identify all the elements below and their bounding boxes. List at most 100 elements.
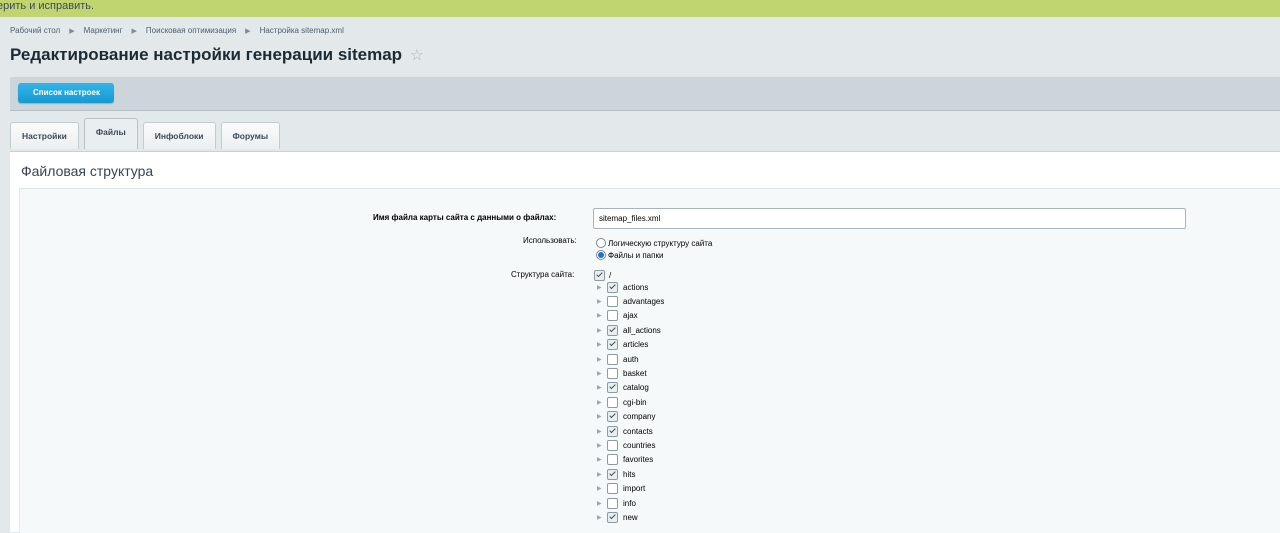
expand-arrow-icon[interactable]: ▶	[597, 442, 607, 449]
tree-checkbox[interactable]	[607, 483, 618, 495]
tree-checkbox[interactable]	[607, 396, 618, 408]
chevron-right-icon: ▶	[245, 27, 251, 35]
tree-item-label: catalog	[623, 383, 649, 393]
filename-input[interactable]	[593, 208, 1186, 229]
star-icon[interactable]: ☆	[410, 46, 423, 64]
expand-arrow-icon[interactable]: ▶	[597, 298, 607, 305]
breadcrumb-item-desktop[interactable]: Рабочий стол	[10, 26, 60, 35]
tree-item-label: hits	[623, 469, 636, 479]
section-title: Файловая структура	[21, 163, 154, 179]
expand-arrow-icon[interactable]: ▶	[597, 428, 607, 435]
tree-checkbox[interactable]	[607, 296, 618, 308]
form-area: Имя файла карты сайта с данными о файлах…	[19, 188, 1280, 533]
tab-settings[interactable]: Настройки	[10, 122, 79, 149]
expand-arrow-icon[interactable]: ▶	[597, 456, 607, 463]
tree-checkbox[interactable]	[607, 310, 618, 322]
expand-arrow-icon[interactable]: ▶	[597, 370, 607, 377]
tree-checkbox[interactable]	[607, 382, 618, 394]
tree-checkbox[interactable]	[607, 368, 618, 380]
site-structure-tree: ▶ actions ▶ advantages ▶ ajax ▶ all_actions …	[597, 280, 664, 525]
tree-item-label: articles	[623, 340, 649, 350]
expand-arrow-icon[interactable]: ▶	[597, 312, 607, 319]
tree-item: ▶ actions	[597, 280, 664, 294]
root-label: /	[609, 271, 612, 280]
tree-item-label: ajax	[623, 311, 638, 321]
page-title-wrap: Редактирование настройки генерации sitem…	[10, 45, 424, 65]
tree-item-label: company	[623, 412, 656, 422]
expand-arrow-icon[interactable]: ▶	[597, 399, 607, 406]
tree-checkbox[interactable]	[607, 511, 618, 523]
tree-checkbox[interactable]	[607, 339, 618, 351]
tree-checkbox[interactable]	[607, 324, 618, 336]
breadcrumb-item-sitemap[interactable]: Настройка sitemap.xml	[260, 26, 344, 35]
use-option-files-label: Файлы и папки	[608, 250, 664, 260]
tree-item: ▶ all_actions	[597, 323, 664, 337]
tree-item-label: favorites	[623, 455, 654, 465]
breadcrumb-item-marketing[interactable]: Маркетинг	[84, 26, 123, 35]
tree-item-label: basket	[623, 369, 647, 379]
tree-item: ▶ catalog	[597, 381, 664, 395]
tab-files[interactable]: Файлы	[83, 118, 138, 149]
tree-checkbox[interactable]	[607, 468, 618, 480]
tree-item: ▶ auth	[597, 352, 664, 366]
use-label: Использовать:	[523, 236, 577, 245]
tree-item-label: actions	[623, 282, 649, 292]
tree-item-label: advantages	[623, 297, 665, 307]
tree-item: ▶ contacts	[597, 424, 664, 438]
expand-arrow-icon[interactable]: ▶	[597, 514, 607, 521]
tabs: Настройки Файлы Инфоблоки Форумы	[10, 118, 285, 149]
tree-checkbox[interactable]	[607, 425, 618, 437]
tree-item-label: contacts	[623, 426, 653, 436]
filename-label: Имя файла карты сайта с данными о файлах…	[373, 213, 557, 222]
tree-item: ▶ countries	[597, 438, 664, 452]
tree-item-label: countries	[623, 440, 656, 450]
expand-arrow-icon[interactable]: ▶	[597, 327, 607, 334]
tree-item: ▶ company	[597, 410, 664, 424]
expand-arrow-icon[interactable]: ▶	[597, 500, 607, 507]
radio-logical[interactable]	[596, 238, 606, 248]
tree-checkbox[interactable]	[607, 497, 618, 509]
breadcrumb-item-seo[interactable]: Поисковая оптимизация	[146, 26, 236, 35]
main-panel: Файловая структура Имя файла карты сайта…	[10, 151, 1280, 533]
tree-checkbox[interactable]	[607, 439, 618, 451]
radio-files[interactable]	[596, 250, 606, 260]
toolbar: Список настроек	[10, 77, 1280, 111]
page-title: Редактирование настройки генерации sitem…	[10, 45, 403, 64]
tree-item: ▶ ajax	[597, 309, 664, 323]
expand-arrow-icon[interactable]: ▶	[597, 356, 607, 363]
tree-item-label: info	[623, 498, 636, 508]
tree-item: ▶ import	[597, 481, 664, 495]
tree-item: ▶ new	[597, 510, 664, 524]
tree-item-label: new	[623, 512, 638, 522]
expand-arrow-icon[interactable]: ▶	[597, 384, 607, 391]
tree-item: ▶ basket	[597, 366, 664, 380]
breadcrumb: Рабочий стол ▶ Маркетинг ▶ Поисковая опт…	[10, 26, 344, 35]
use-option-logical[interactable]: Логическую структуру сайта	[596, 238, 712, 248]
tree-item-label: all_actions	[623, 325, 661, 335]
tree-item: ▶ advantages	[597, 294, 664, 308]
notification-text: ерить и исправить.	[0, 0, 95, 12]
tree-item: ▶ hits	[597, 467, 664, 481]
expand-arrow-icon[interactable]: ▶	[597, 413, 607, 420]
tree-checkbox[interactable]	[607, 411, 618, 423]
expand-arrow-icon[interactable]: ▶	[597, 485, 607, 492]
structure-label: Структура сайта:	[511, 270, 575, 279]
tree-checkbox[interactable]	[607, 353, 618, 365]
expand-arrow-icon[interactable]: ▶	[597, 471, 607, 478]
tree-item: ▶ cgi-bin	[597, 395, 664, 409]
settings-list-button[interactable]: Список настроек	[18, 83, 114, 103]
expand-arrow-icon[interactable]: ▶	[597, 284, 607, 291]
use-option-logical-label: Логическую структуру сайта	[608, 238, 713, 248]
tab-forums[interactable]: Форумы	[220, 122, 281, 149]
tree-item: ▶ articles	[597, 338, 664, 352]
expand-arrow-icon[interactable]: ▶	[597, 341, 607, 348]
chevron-right-icon: ▶	[131, 27, 137, 35]
chevron-right-icon: ▶	[69, 27, 75, 35]
tree-checkbox[interactable]	[607, 281, 618, 293]
notification-bar: ерить и исправить.	[0, 0, 1280, 17]
tree-checkbox[interactable]	[607, 454, 618, 466]
tree-item-label: import	[623, 484, 646, 494]
use-option-files[interactable]: Файлы и папки	[596, 250, 663, 260]
tab-iblocks[interactable]: Инфоблоки	[142, 122, 216, 149]
tree-item: ▶ favorites	[597, 453, 664, 467]
